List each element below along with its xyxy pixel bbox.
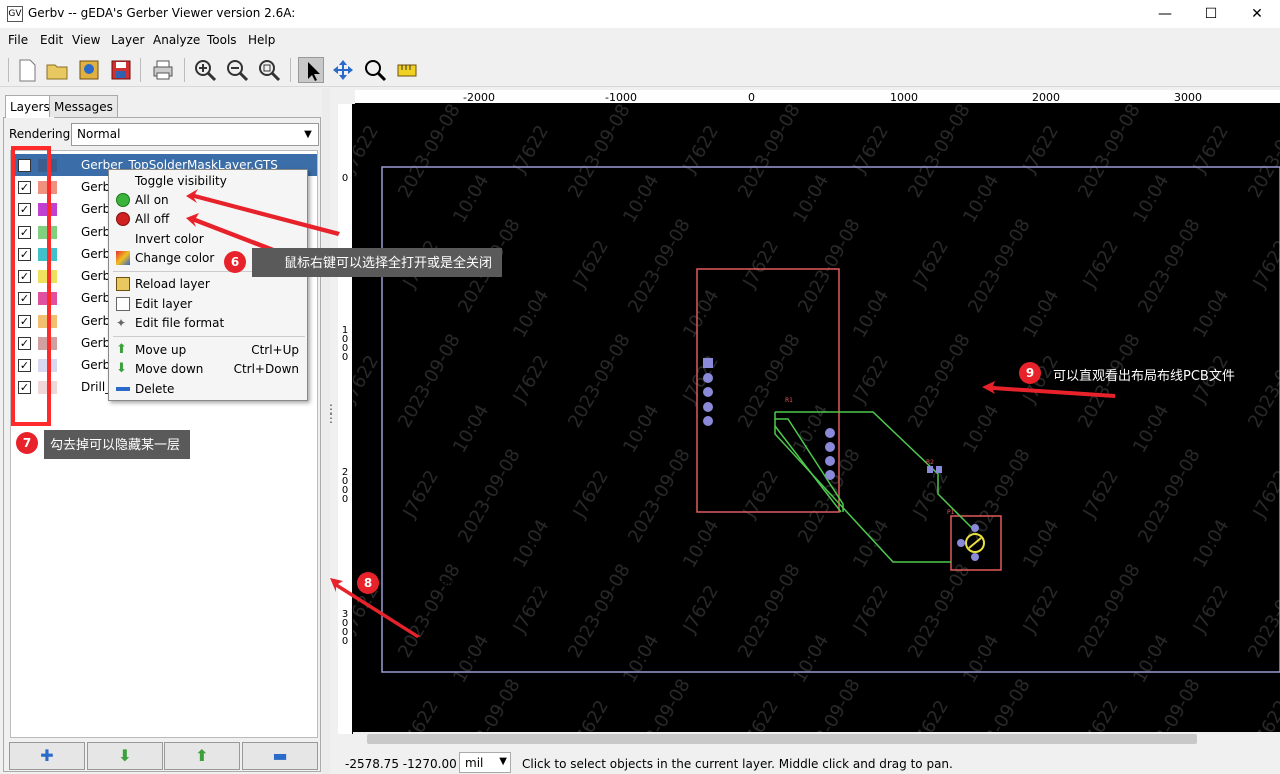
annotation-7: 勾去掉可以隐藏某一层 <box>44 430 191 459</box>
annotation-9-number: 9 <box>1019 362 1041 384</box>
annotation-arrows <box>186 189 1115 638</box>
annotation-arrow <box>186 189 340 236</box>
unit-select[interactable]: mil ▼ <box>459 752 511 773</box>
chevron-down-icon[interactable]: ▼ <box>499 756 507 767</box>
cursor-coordinates: -2578.75 -1270.00 <box>345 757 457 771</box>
annotation-6: 鼠标右键可以选择全打开或是全关闭 <box>252 248 503 277</box>
annotation-9: 可以直观看出布局布线PCB文件 <box>1053 369 1235 384</box>
annotation-7-number: 7 <box>16 432 38 454</box>
unit-value: mil <box>465 756 484 770</box>
scrollbar-thumb[interactable] <box>367 734 1197 744</box>
status-message: Click to select objects in the current l… <box>522 757 953 771</box>
annotation-8-number: 8 <box>357 572 379 594</box>
annotation-6-number: 6 <box>224 251 246 273</box>
annotation-8: 长按这个地方可以拉到左侧面板大小 <box>388 578 597 593</box>
horizontal-scrollbar[interactable] <box>353 732 1280 746</box>
